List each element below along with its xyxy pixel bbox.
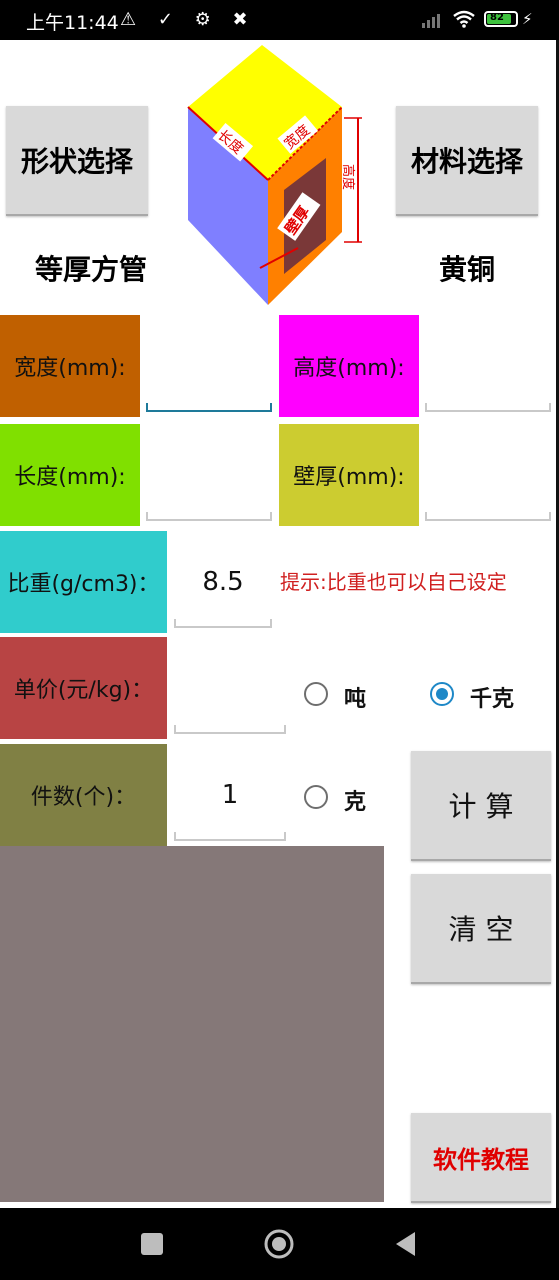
charging-icon: ⚡ (522, 10, 533, 28)
unit-ton-option[interactable]: 吨 (304, 680, 374, 712)
result-area (0, 846, 384, 1202)
unit-kilogram-radio[interactable] (430, 682, 454, 706)
length-input[interactable] (146, 439, 272, 521)
density-value: 8.5 (202, 567, 244, 597)
navigation-bar (0, 1208, 559, 1280)
material-select-button[interactable]: 材料选择 (396, 106, 538, 216)
status-notification-icons: ⚠ ✓ ⚙ ✖ (120, 9, 256, 30)
shape-diagram: 长度 宽度 高度 壁厚 (187, 45, 362, 305)
tutorial-label: 软件教程 (433, 1145, 529, 1174)
status-bar: 上午11:44 ⚠ ✓ ⚙ ✖ 82 ⚡ (0, 0, 559, 40)
density-hint: 提示:比重也可以自己设定 (280, 570, 507, 594)
battery-level: 82 (490, 12, 504, 23)
shape-select-label: 形状选择 (20, 145, 133, 178)
height-label-box: 高度(mm): (279, 315, 419, 417)
unit-kilogram-label: 千克 (470, 687, 515, 712)
density-label-box: 比重(g/cm3)： (0, 531, 167, 633)
home-icon[interactable] (263, 1228, 295, 1260)
material-select-label: 材料选择 (410, 145, 523, 178)
density-input[interactable]: 8.5 (174, 546, 272, 628)
price-input[interactable] (174, 652, 286, 734)
signal-icon (422, 14, 440, 28)
back-icon[interactable] (393, 1230, 419, 1258)
material-value: 黄铜 (438, 253, 495, 286)
width-label: 宽度(mm): (14, 356, 126, 381)
height-label: 高度(mm): (293, 356, 405, 381)
price-label-box: 单价(元/kg)： (0, 637, 167, 739)
height-input[interactable] (425, 330, 551, 412)
count-input[interactable]: 1 (174, 759, 286, 841)
clear-label: 清 空 (448, 913, 514, 946)
width-input[interactable] (146, 330, 272, 412)
unit-gram-radio[interactable] (304, 785, 328, 809)
tutorial-button[interactable]: 软件教程 (411, 1113, 551, 1203)
unit-ton-label: 吨 (344, 687, 367, 712)
diagram-height-label: 高度 (340, 164, 356, 190)
price-label: 单价(元/kg)： (13, 678, 154, 703)
width-label-box: 宽度(mm): (0, 315, 140, 417)
recent-apps-icon[interactable] (141, 1233, 163, 1255)
count-value: 1 (221, 780, 239, 810)
thickness-input[interactable] (425, 439, 551, 521)
unit-kilogram-option[interactable]: 千克 (430, 680, 530, 712)
wifi-icon (453, 10, 475, 28)
length-label: 长度(mm): (14, 465, 126, 490)
unit-ton-radio[interactable] (304, 682, 328, 706)
count-label-box: 件数(个)： (0, 744, 167, 846)
calculate-button[interactable]: 计 算 (411, 751, 551, 861)
density-label: 比重(g/cm3)： (7, 572, 160, 597)
status-time: 上午11:44 (26, 12, 119, 34)
unit-gram-label: 克 (344, 790, 367, 815)
clear-button[interactable]: 清 空 (411, 874, 551, 984)
unit-gram-option[interactable]: 克 (304, 783, 374, 815)
calculate-label: 计 算 (448, 790, 514, 823)
thickness-label-box: 壁厚(mm): (279, 424, 419, 526)
shape-select-button[interactable]: 形状选择 (6, 106, 148, 216)
shape-value: 等厚方管 (34, 253, 147, 286)
count-label: 件数(个)： (30, 785, 137, 810)
length-label-box: 长度(mm): (0, 424, 140, 526)
battery-icon: 82 (484, 11, 518, 27)
thickness-label: 壁厚(mm): (293, 465, 405, 490)
